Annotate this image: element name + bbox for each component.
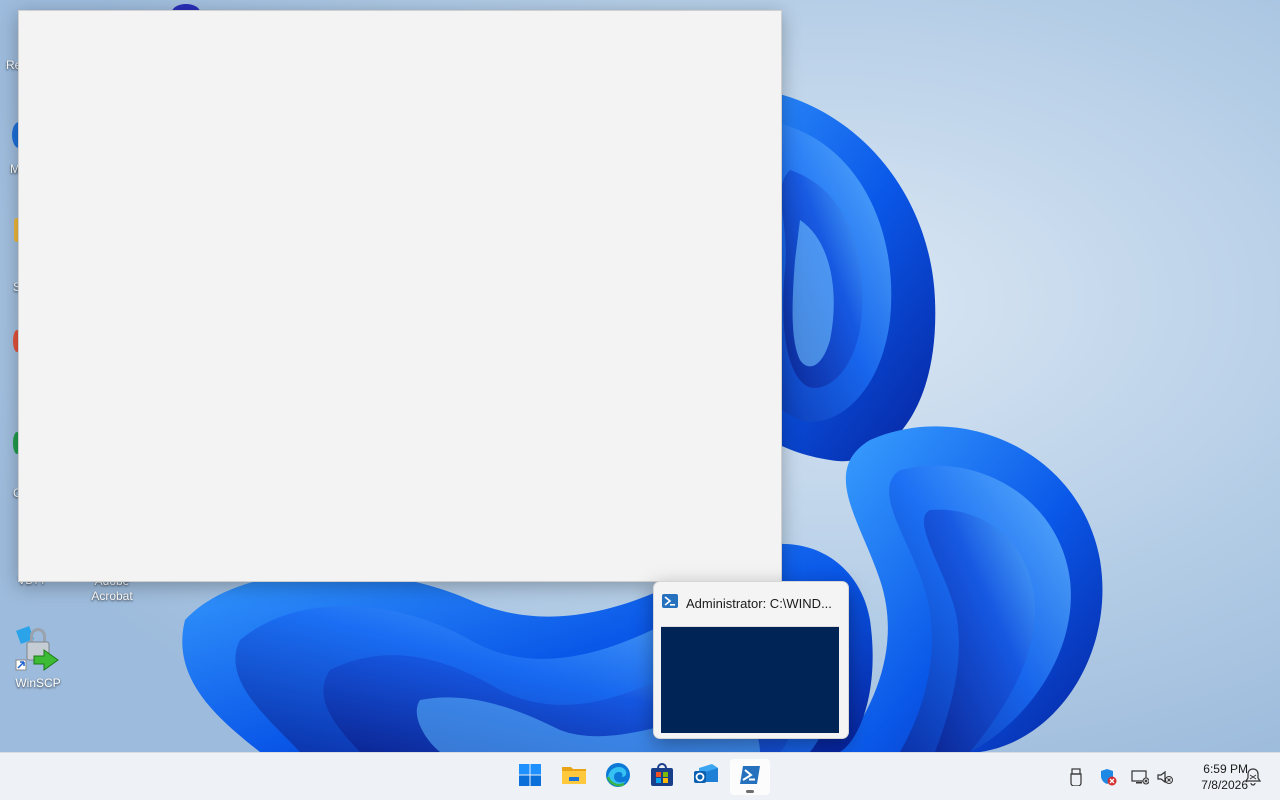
- windows-logo-icon: [518, 763, 542, 792]
- winscp-icon: [14, 626, 62, 674]
- powershell-icon: [739, 765, 761, 790]
- network-icon[interactable]: [1130, 767, 1150, 787]
- taskbar-powershell[interactable]: [730, 759, 770, 795]
- desktop[interactable]: Re M S C VBTT Adobe Acrobat WinSCP: [0, 0, 1280, 800]
- clock-time: 6:59 PM: [1203, 762, 1248, 776]
- desktop-icon-label: WinSCP: [15, 676, 61, 690]
- notification-bell-icon[interactable]: [1243, 767, 1263, 787]
- desktop-icon-winscp[interactable]: WinSCP: [0, 626, 76, 691]
- powershell-icon: [662, 593, 678, 614]
- taskbar: 6:59 PM 7/8/2026: [0, 752, 1280, 800]
- usb-icon[interactable]: [1066, 767, 1086, 787]
- taskbar-outlook[interactable]: [686, 759, 726, 795]
- outlook-icon: [693, 762, 719, 793]
- start-button[interactable]: [510, 759, 550, 795]
- thumbnail-live-preview[interactable]: [661, 626, 839, 733]
- edge-icon: [605, 762, 631, 793]
- clock-date: 7/8/2026: [1201, 778, 1248, 792]
- app-window-blank[interactable]: [18, 10, 782, 582]
- folder-icon: [561, 763, 587, 792]
- system-clock[interactable]: 6:59 PM 7/8/2026: [1178, 761, 1248, 793]
- taskbar-store[interactable]: [642, 759, 682, 795]
- volume-muted-icon[interactable]: [1155, 767, 1175, 787]
- running-indicator: [746, 790, 754, 793]
- thumbnail-title: Administrator: C:\WIND...: [686, 595, 832, 611]
- thumbnail-title-row[interactable]: Administrator: C:\WIND...: [662, 593, 846, 614]
- taskbar-edge[interactable]: [598, 759, 638, 795]
- taskbar-file-explorer[interactable]: [554, 759, 594, 795]
- taskbar-thumbnail-preview[interactable]: Administrator: C:\WIND...: [653, 581, 849, 739]
- security-shield-icon[interactable]: [1098, 767, 1118, 787]
- store-icon: [650, 762, 674, 792]
